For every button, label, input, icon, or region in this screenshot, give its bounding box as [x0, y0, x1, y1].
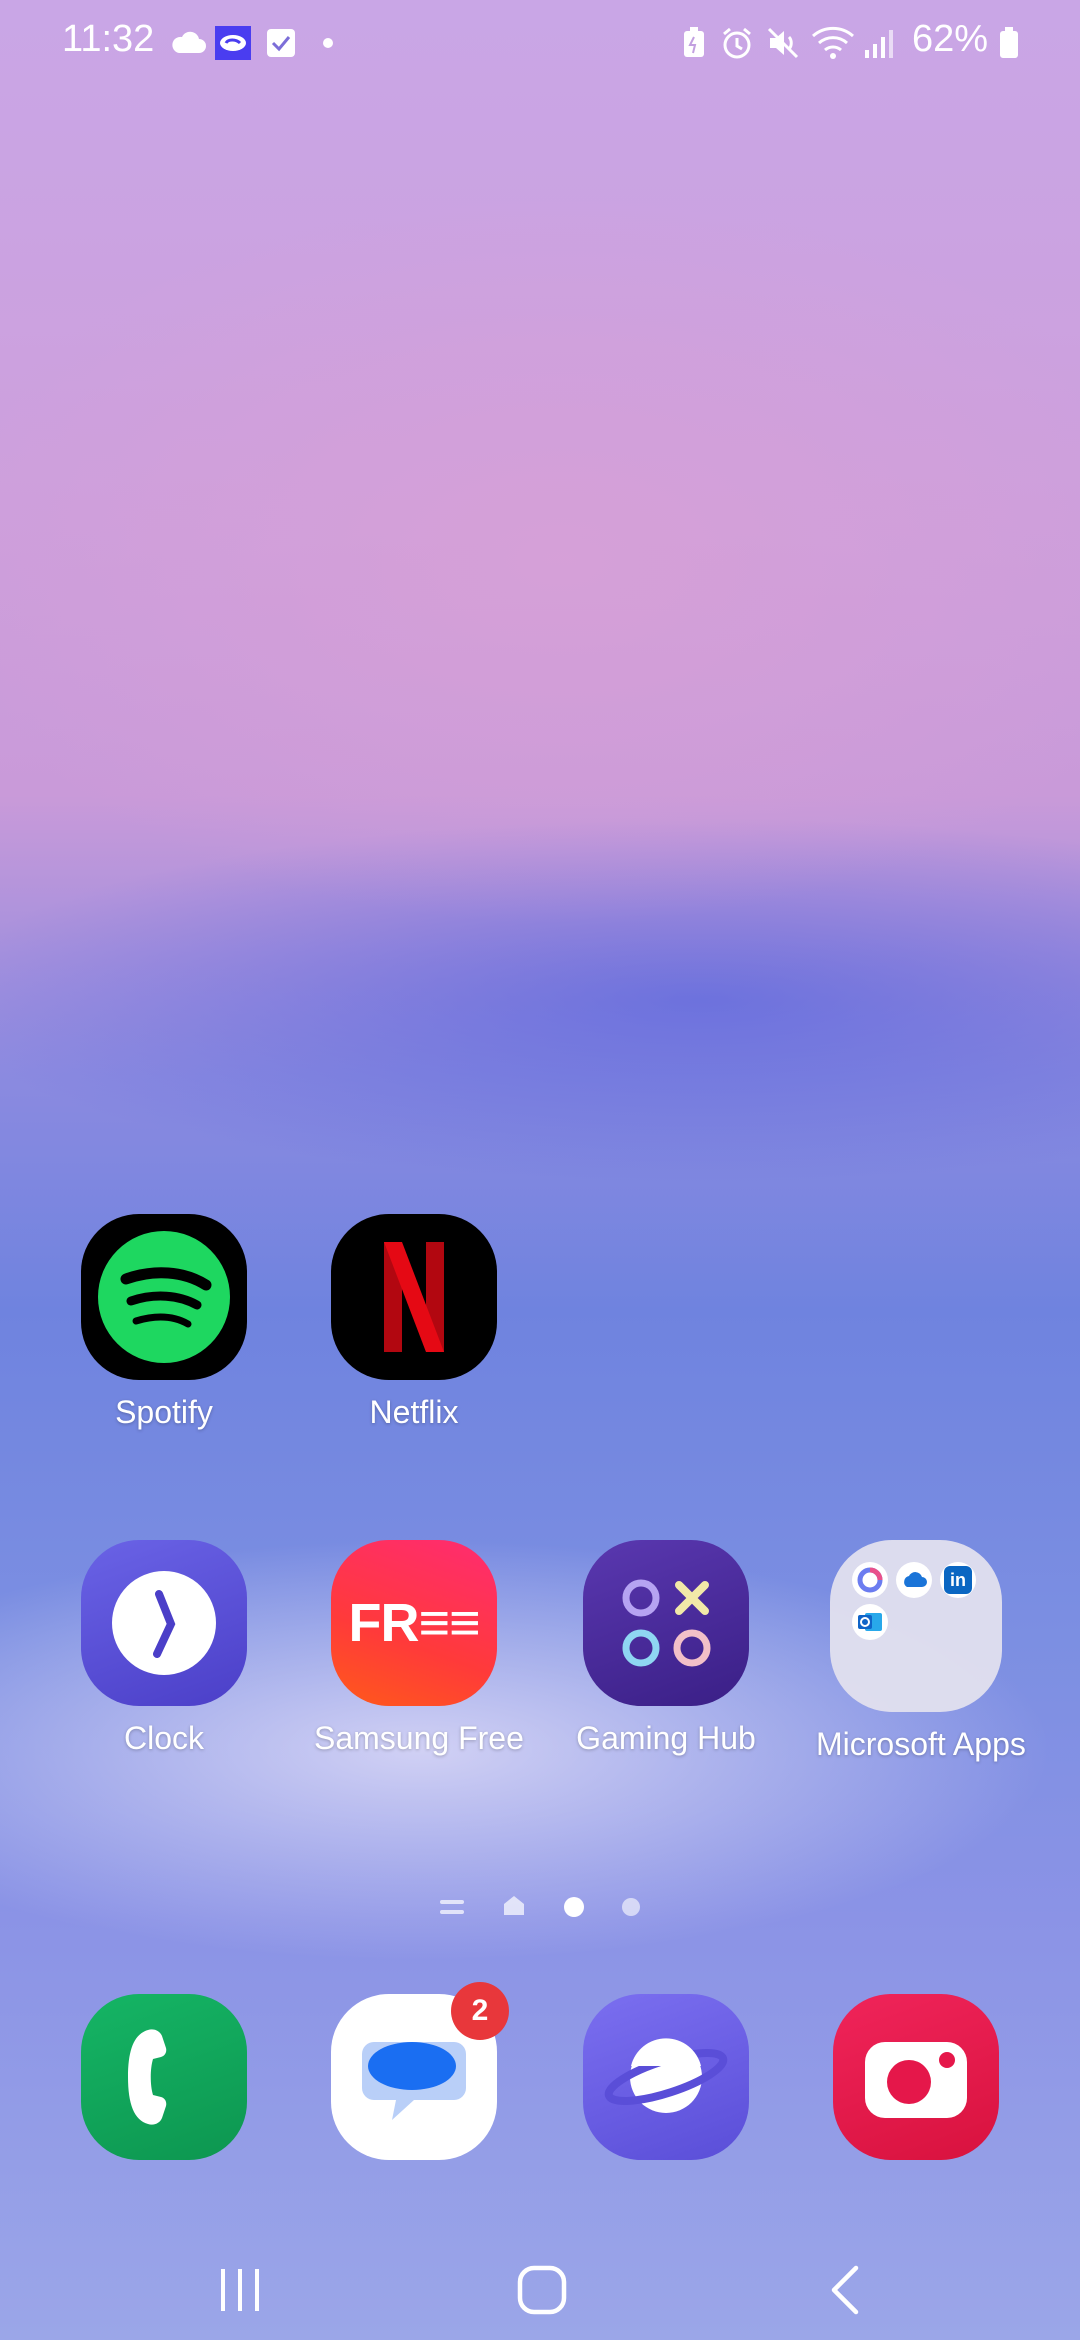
app-spotify[interactable]: Spotify — [64, 1214, 264, 1431]
app-label: Spotify — [115, 1394, 213, 1430]
dock-messages[interactable]: 2 — [314, 1982, 514, 2160]
nav-recent-apps-button[interactable] — [180, 2245, 300, 2335]
battery-percent: 62% — [911, 18, 988, 60]
folder-icon: in — [830, 1540, 1002, 1712]
page-indicator-list-icon[interactable] — [440, 1897, 464, 1917]
linkedin-icon: in — [940, 1562, 976, 1598]
phone-icon — [81, 1994, 247, 2160]
status-time: 11:32 — [62, 18, 155, 60]
samsung-free-logo-text: FR≡≡ — [348, 1593, 481, 1653]
page-dot[interactable] — [622, 1898, 640, 1916]
checkbox-icon — [264, 26, 298, 60]
page-indicator-home-icon[interactable] — [502, 1894, 526, 1921]
app-label: Clock — [123, 1720, 204, 1756]
home-icon — [517, 2265, 567, 2315]
samsung-free-icon: FR≡≡ — [331, 1540, 497, 1706]
page-indicator[interactable] — [440, 1892, 640, 1922]
page-dot-active[interactable] — [564, 1897, 584, 1917]
messages-icon: 2 — [331, 1982, 509, 2160]
notification-badge: 2 — [451, 1982, 509, 2040]
app-netflix[interactable]: Netflix — [314, 1214, 514, 1431]
outlook-icon — [852, 1604, 888, 1640]
nav-back-button[interactable] — [786, 2245, 906, 2335]
app-samsung-free[interactable]: FR≡≡ Samsung Free — [314, 1540, 524, 1757]
internet-icon — [583, 1994, 749, 2160]
wifi-icon — [810, 26, 856, 60]
battery-saver-icon — [680, 26, 708, 60]
app-clock[interactable]: Clock — [64, 1540, 264, 1757]
battery-icon — [996, 26, 1022, 60]
clock-icon — [81, 1540, 247, 1706]
app-notification-icon — [214, 26, 252, 60]
dock-internet[interactable] — [566, 1994, 766, 2160]
app-label: Microsoft Apps — [816, 1726, 1026, 1762]
back-icon — [831, 2265, 859, 2315]
spotify-icon — [81, 1214, 247, 1380]
gaming-hub-icon — [583, 1540, 749, 1706]
cloud-icon — [168, 26, 208, 60]
camera-icon — [833, 1994, 999, 2160]
app-label: Netflix — [369, 1394, 459, 1430]
onedrive-icon — [896, 1562, 932, 1598]
copilot-icon — [852, 1562, 888, 1598]
nav-home-button[interactable] — [482, 2245, 602, 2335]
dock-camera[interactable] — [816, 1994, 1016, 2160]
netflix-icon — [331, 1214, 497, 1380]
app-label: Samsung Free — [314, 1720, 524, 1756]
app-folder-microsoft[interactable]: in Microsoft Apps — [816, 1540, 1026, 1763]
status-bar[interactable]: 11:32 62% — [0, 0, 1080, 90]
dock-phone[interactable] — [64, 1994, 264, 2160]
app-gaming-hub[interactable]: Gaming Hub — [566, 1540, 766, 1757]
signal-icon — [860, 26, 900, 60]
dot-icon — [318, 26, 338, 60]
alarm-icon — [718, 26, 756, 60]
app-label: Gaming Hub — [576, 1720, 756, 1756]
recent-apps-icon — [221, 2269, 259, 2311]
mute-icon — [764, 26, 802, 60]
